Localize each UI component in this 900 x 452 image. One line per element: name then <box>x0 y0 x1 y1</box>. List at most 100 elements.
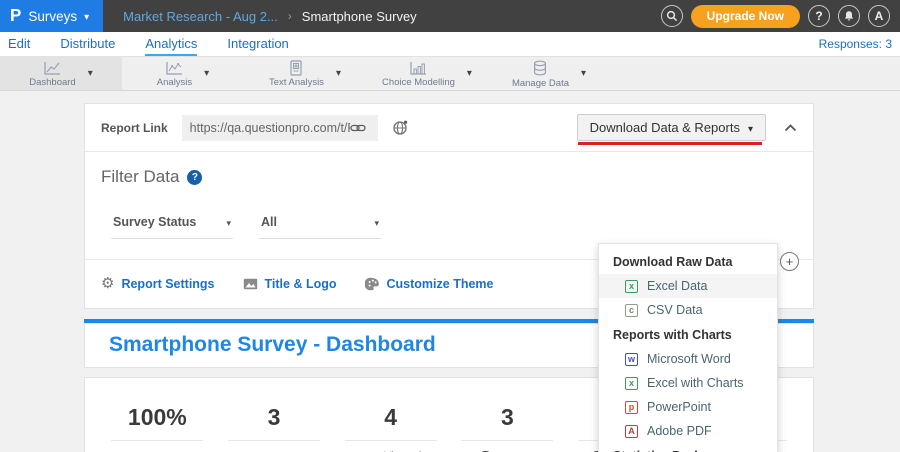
database-icon <box>532 60 548 77</box>
divider <box>111 440 203 441</box>
toolbar-tab-text-analysis: Text Analysis <box>244 57 366 90</box>
tab-integration[interactable]: Integration <box>227 32 288 56</box>
customize-theme-link[interactable]: Customize Theme <box>365 277 494 291</box>
image-icon <box>243 278 258 290</box>
divider <box>228 440 320 441</box>
toolbar-tab-manage-data: Manage Data <box>488 57 610 90</box>
title-logo-link[interactable]: Title & Logo <box>243 277 337 291</box>
globe-share-icon <box>392 119 409 136</box>
report-link-input[interactable] <box>190 121 350 135</box>
manage-data-tab-caret[interactable] <box>575 68 592 79</box>
filter-data-title: Filter Data <box>101 167 179 187</box>
palette-icon <box>365 277 380 291</box>
stat-started: 3 Started <box>449 404 566 452</box>
menu-item-adobe-pdf[interactable]: A Adobe PDF <box>599 419 777 443</box>
tab-label: Analysis <box>157 77 192 88</box>
word-icon: w <box>625 353 638 366</box>
annotation-underline <box>578 142 762 145</box>
toolbar-tab-dashboard: Dashboard <box>0 57 122 90</box>
tab-label: Dashboard <box>29 77 75 88</box>
dashboard-tab-button[interactable]: Dashboard <box>23 59 81 89</box>
menu-item-excel-with-charts[interactable]: x Excel with Charts <box>599 371 777 395</box>
tab-distribute[interactable]: Distribute <box>60 32 115 56</box>
chevron-down-icon <box>226 213 231 231</box>
excel-icon: x <box>625 280 638 293</box>
gear-icon <box>101 275 114 293</box>
stat-value: 3 <box>501 404 514 431</box>
share-globe-button[interactable] <box>392 119 409 136</box>
surveys-menu[interactable]: P Surveys <box>0 0 103 32</box>
stat-viewed: 4 Viewed <box>332 404 449 452</box>
questionpro-logo-icon: P <box>10 6 21 27</box>
dashboard-tab-caret[interactable] <box>82 68 99 79</box>
analysis-tab-caret[interactable] <box>198 68 215 79</box>
status-all-select[interactable]: All <box>259 213 381 239</box>
text-analysis-tab-button[interactable]: Text Analysis <box>263 58 330 89</box>
chain-link-icon <box>350 122 366 134</box>
collapse-panel-button[interactable] <box>784 124 797 132</box>
scatter-chart-icon <box>165 61 184 76</box>
survey-subnav: Edit Distribute Analytics Integration Re… <box>0 32 900 57</box>
stat-completion-rate: 100% Completion Rate <box>99 404 216 452</box>
status-all-value: All <box>261 215 277 229</box>
tab-label: Choice Modelling <box>382 77 455 88</box>
avatar[interactable]: A <box>868 5 890 27</box>
surveys-menu-label: Surveys <box>28 9 77 24</box>
manage-data-tab-button[interactable]: Manage Data <box>506 58 575 90</box>
customize-theme-label: Customize Theme <box>387 277 494 291</box>
pdf-icon: A <box>625 425 638 438</box>
tab-edit[interactable]: Edit <box>8 32 30 56</box>
report-link-row: Report Link <box>85 104 813 151</box>
download-data-reports-button[interactable]: Download Data & Reports <box>577 114 766 141</box>
powerpoint-icon: p <box>625 401 638 414</box>
menu-item-microsoft-word[interactable]: w Microsoft Word <box>599 347 777 371</box>
text-analysis-tab-caret[interactable] <box>330 68 347 79</box>
menu-section-header: Statistics Package <box>599 443 777 452</box>
menu-item-label: Excel Data <box>647 279 707 293</box>
menu-item-excel-data[interactable]: x Excel Data <box>599 274 777 298</box>
add-filter-button[interactable]: + <box>780 252 799 271</box>
choice-modelling-tab-caret[interactable] <box>461 68 478 79</box>
menu-item-label: CSV Data <box>647 303 703 317</box>
stat-value: 100% <box>128 404 187 431</box>
main-content: Report Link <box>0 103 900 452</box>
help-button[interactable]: ? <box>808 5 830 27</box>
responses-count[interactable]: Responses: 3 <box>819 37 892 51</box>
menu-item-label: Microsoft Word <box>647 352 731 366</box>
divider <box>345 440 437 441</box>
report-settings-label: Report Settings <box>121 277 214 291</box>
menu-item-label: PowerPoint <box>647 400 711 414</box>
report-settings-link[interactable]: Report Settings <box>101 275 215 293</box>
copy-link-button[interactable] <box>350 122 366 134</box>
menu-section-header: Download Raw Data <box>599 249 777 274</box>
chevron-down-icon <box>748 120 753 135</box>
chevron-down-icon <box>84 7 89 25</box>
breadcrumb-parent[interactable]: Market Research - Aug 2... <box>123 9 278 24</box>
choice-modelling-tab-button[interactable]: Choice Modelling <box>376 59 461 89</box>
breadcrumb: Market Research - Aug 2... › Smartphone … <box>123 9 417 24</box>
title-logo-label: Title & Logo <box>265 277 337 291</box>
menu-item-csv-data[interactable]: c CSV Data <box>599 298 777 322</box>
analysis-tab-button[interactable]: Analysis <box>151 59 198 89</box>
menu-item-label: Excel with Charts <box>647 376 744 390</box>
divider <box>461 440 553 441</box>
chevron-up-icon <box>784 124 797 132</box>
filter-help-icon[interactable]: ? <box>187 170 202 185</box>
search-button[interactable] <box>661 5 683 27</box>
download-button-label: Download Data & Reports <box>590 120 740 135</box>
analytics-toolbar: Dashboard Analysis Text Analysis <box>0 57 900 91</box>
report-link-box <box>182 115 378 141</box>
notifications-button[interactable] <box>838 5 860 27</box>
menu-item-powerpoint[interactable]: p PowerPoint <box>599 395 777 419</box>
survey-status-select[interactable]: Survey Status <box>111 213 233 239</box>
bar-chart-icon <box>409 61 428 76</box>
stat-value: 4 <box>384 404 397 431</box>
menu-section-header: Reports with Charts <box>599 322 777 347</box>
breadcrumb-current: Smartphone Survey <box>302 9 417 24</box>
topbar-actions: Upgrade Now ? A <box>661 5 900 28</box>
bell-icon <box>843 10 855 22</box>
upgrade-now-button[interactable]: Upgrade Now <box>691 5 800 28</box>
tab-analytics[interactable]: Analytics <box>145 32 197 56</box>
text-document-icon <box>288 60 304 76</box>
survey-status-value: Survey Status <box>113 215 196 229</box>
